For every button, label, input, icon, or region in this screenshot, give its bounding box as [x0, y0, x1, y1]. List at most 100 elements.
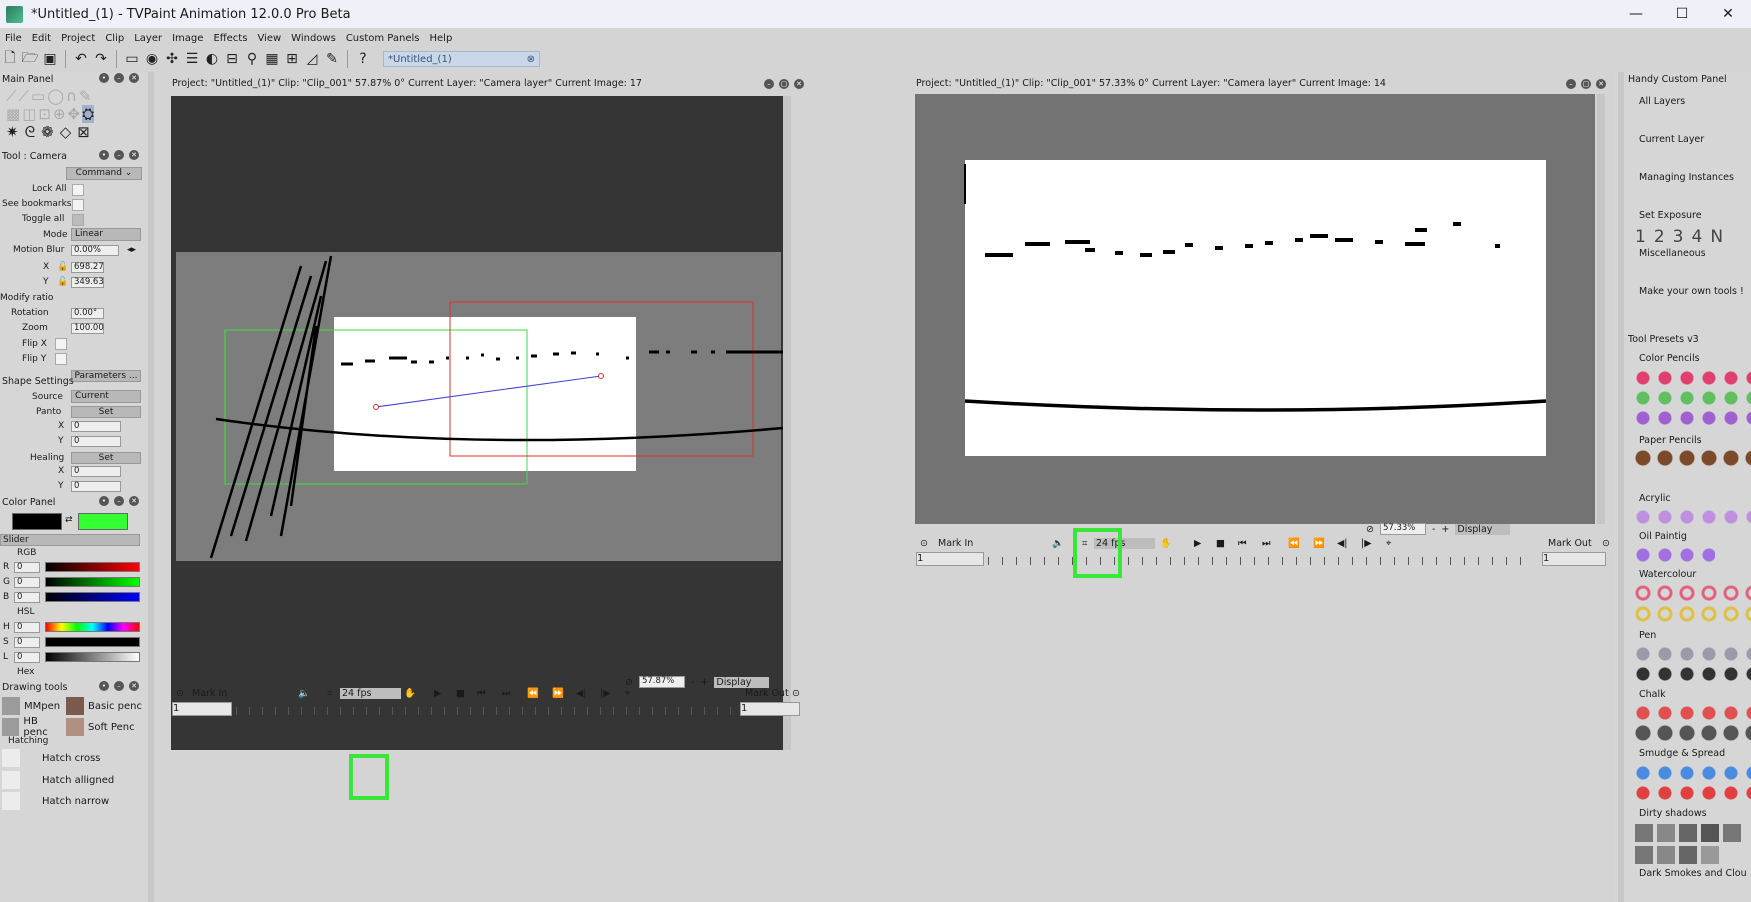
- spiral-tool-icon[interactable]: ᘓ: [25, 123, 36, 141]
- menu-edit[interactable]: Edit: [27, 30, 56, 47]
- minimize-button[interactable]: —: [1613, 0, 1659, 28]
- mode-select[interactable]: Linear: [71, 228, 141, 241]
- eraser-icon[interactable]: ✎: [79, 87, 92, 105]
- flip-x-checkbox[interactable]: [55, 338, 67, 350]
- viewer-1-canvas[interactable]: [171, 96, 791, 750]
- zoom-in-icon[interactable]: +: [1441, 524, 1449, 535]
- viewer-2-canvas[interactable]: [915, 94, 1595, 524]
- panel-minimize-icon[interactable]: –: [114, 496, 124, 506]
- all-layers-section[interactable]: All Layers: [1639, 96, 1685, 107]
- healing-set-button[interactable]: Set: [71, 452, 141, 464]
- miscellaneous-section[interactable]: Miscellaneous: [1639, 248, 1706, 259]
- s-field[interactable]: 0: [14, 637, 40, 648]
- exposure-2-button[interactable]: 2: [1654, 227, 1665, 247]
- save-icon[interactable]: ▣: [41, 50, 59, 68]
- smudge-section[interactable]: Smudge & Spread: [1639, 748, 1725, 759]
- dark-smokes-section[interactable]: Dark Smokes and Clou: [1639, 868, 1747, 879]
- zoom-out-icon[interactable]: -: [691, 677, 694, 688]
- paper-pencils-section[interactable]: Paper Pencils: [1639, 435, 1702, 446]
- new-file-icon[interactable]: 🗋: [1, 50, 19, 68]
- color-pencils-section[interactable]: Color Pencils: [1639, 353, 1700, 364]
- exposure-n-button[interactable]: N: [1710, 227, 1723, 247]
- panel-minimize-icon[interactable]: –: [1566, 79, 1576, 89]
- open-file-icon[interactable]: 🗁: [21, 50, 39, 68]
- next-frame-icon[interactable]: ⏩: [1313, 538, 1325, 549]
- grid-icon[interactable]: ▦: [263, 50, 281, 68]
- viewer-1-display-dropdown[interactable]: Display: [714, 676, 770, 688]
- g-slider[interactable]: [45, 577, 140, 587]
- command-dropdown[interactable]: Command ⌄: [66, 167, 142, 180]
- clone-tool-icon[interactable]: ❁: [41, 123, 54, 141]
- slider-mode-select[interactable]: Slider: [0, 534, 140, 546]
- l-slider[interactable]: [45, 652, 140, 662]
- viewer-2-start-frame[interactable]: 1: [916, 552, 984, 566]
- fill-icon[interactable]: ▩: [6, 105, 20, 123]
- layers-icon[interactable]: ☰: [183, 50, 201, 68]
- menu-view[interactable]: View: [252, 30, 286, 47]
- first-frame-icon[interactable]: ⏮: [1238, 538, 1247, 549]
- frame-tool-icon[interactable]: ⊠: [77, 123, 90, 141]
- r-slider[interactable]: [45, 562, 140, 572]
- y-field[interactable]: 349.63: [71, 277, 104, 288]
- primary-color-swatch[interactable]: [12, 513, 62, 530]
- prev-frame-icon[interactable]: ⏪: [1288, 538, 1300, 549]
- panel-maximize-icon[interactable]: ▢: [1581, 79, 1591, 89]
- rect-icon[interactable]: ▭: [31, 87, 45, 105]
- oil-section[interactable]: Oil Paintig: [1639, 531, 1687, 542]
- mark-out-icon[interactable]: ⊙: [792, 688, 800, 699]
- ruler-icon[interactable]: ◿: [303, 50, 321, 68]
- prev-key-icon[interactable]: ◀|: [1337, 538, 1348, 549]
- color-wheel-icon[interactable]: ◉: [143, 50, 161, 68]
- panto-y-field[interactable]: 0: [71, 436, 121, 447]
- panel-minimize-icon[interactable]: –: [114, 73, 124, 83]
- menu-custom-panels[interactable]: Custom Panels: [341, 30, 425, 47]
- panel-pin-icon[interactable]: •: [99, 496, 109, 506]
- secondary-color-swatch[interactable]: [78, 513, 128, 530]
- chalk-section[interactable]: Chalk: [1639, 689, 1666, 700]
- sound-icon[interactable]: 🔈: [1052, 538, 1064, 549]
- document-tab[interactable]: *Untitled_(1) ⊗: [383, 51, 540, 67]
- managing-instances-section[interactable]: Managing Instances: [1639, 172, 1734, 183]
- panto-set-button[interactable]: Set: [71, 406, 141, 418]
- panel-maximize-icon[interactable]: ▢: [779, 79, 789, 89]
- viewer-1-end-frame[interactable]: 1: [740, 702, 800, 716]
- x-lock-icon[interactable]: 🔓: [57, 262, 68, 272]
- viewer-1-start-frame[interactable]: 1: [172, 702, 232, 716]
- s-slider[interactable]: [45, 637, 140, 647]
- zoom-out-icon[interactable]: -: [1432, 524, 1435, 535]
- exposure-3-button[interactable]: 3: [1673, 227, 1684, 247]
- move-icon[interactable]: ✥: [68, 105, 81, 123]
- menu-windows[interactable]: Windows: [286, 30, 341, 47]
- motion-blur-field[interactable]: 0.00%: [71, 245, 119, 256]
- line-icon[interactable]: ⟋: [19, 87, 30, 105]
- brush-icon[interactable]: ⟋: [6, 87, 17, 105]
- tool-preset-hb-penc[interactable]: HB penc: [2, 716, 64, 738]
- first-frame-icon[interactable]: ⏮: [477, 688, 486, 699]
- panel-minimize-icon[interactable]: –: [764, 79, 774, 89]
- hatch-aligned-item[interactable]: Hatch alligned: [2, 771, 142, 789]
- prev-key-icon[interactable]: ◀|: [576, 688, 587, 699]
- menu-image[interactable]: Image: [167, 30, 208, 47]
- camera-icon[interactable]: ▭: [123, 50, 141, 68]
- r-field[interactable]: 0: [14, 562, 40, 573]
- viewer-1-timeline[interactable]: [236, 702, 736, 716]
- panel-pin-icon[interactable]: •: [99, 73, 109, 83]
- b-slider[interactable]: [45, 592, 140, 602]
- exposure-1-button[interactable]: 1: [1635, 227, 1646, 247]
- sound-icon[interactable]: 🔈: [298, 688, 310, 699]
- viewer-2-display-dropdown[interactable]: Display: [1455, 523, 1511, 535]
- help-icon[interactable]: ?: [354, 50, 372, 68]
- healing-y-field[interactable]: 0: [71, 481, 121, 492]
- hand-icon[interactable]: ✋: [1160, 538, 1172, 549]
- see-bookmarks-checkbox[interactable]: [72, 199, 84, 211]
- next-frame-icon[interactable]: ⏩: [552, 688, 564, 699]
- close-button[interactable]: ✕: [1705, 0, 1751, 28]
- select-icon[interactable]: ◫: [22, 105, 36, 123]
- viewer-2-timeline[interactable]: [988, 552, 1528, 566]
- watercolour-section[interactable]: Watercolour: [1639, 569, 1696, 580]
- viewer-2-zoom-field[interactable]: 57.33%: [1379, 523, 1426, 535]
- panel-close-icon[interactable]: ✕: [129, 681, 139, 691]
- exposure-4-button[interactable]: 4: [1691, 227, 1702, 247]
- capture-frame-icon[interactable]: ⌗: [327, 688, 332, 699]
- right-scrollbar[interactable]: [1618, 72, 1624, 902]
